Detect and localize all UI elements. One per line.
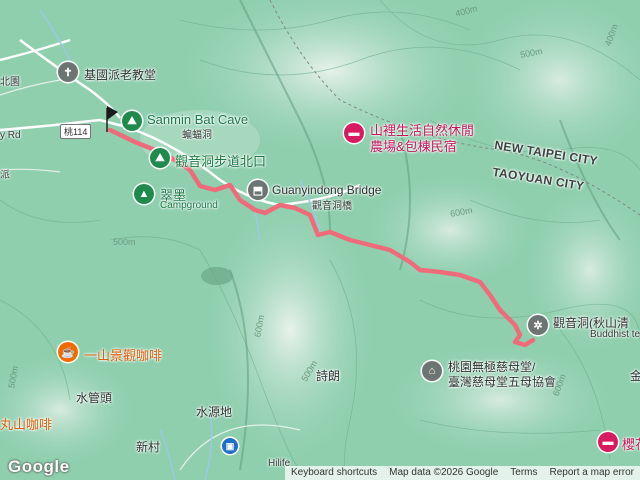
hiker-icon[interactable]: ⛰ — [122, 111, 142, 131]
temple-en-label: Buddhist te — [590, 329, 640, 340]
cafe1-label[interactable]: 一山景觀咖啡 — [84, 345, 162, 364]
cafe2-label[interactable]: 丸山咖啡 — [0, 414, 52, 433]
place-label-6[interactable]: 櫻花 — [622, 434, 640, 453]
trailhead-icon[interactable]: ⛰ — [150, 148, 170, 168]
keyboard-shortcuts-link[interactable]: Keyboard shortcuts — [285, 466, 383, 480]
place-label-2: 水源地 — [196, 405, 233, 419]
temple-icon[interactable]: ✲ — [528, 315, 548, 335]
bed-icon[interactable]: ▬ — [344, 123, 364, 143]
trailhead-label[interactable]: 觀音洞步道北口 — [175, 151, 266, 170]
contour-label: 500m — [113, 237, 136, 247]
cross-icon[interactable]: ✝ — [58, 62, 78, 82]
edge-label-1: 北園 — [0, 77, 20, 88]
bat-cave-zh-label: 蝙蝠洞 — [182, 130, 212, 141]
landmark-icon[interactable]: ⬒ — [248, 180, 268, 200]
shrine-label-2: 臺灣慈母堂五母協會 — [448, 375, 557, 389]
terms-link[interactable]: Terms — [504, 466, 543, 480]
tent-icon[interactable]: ▲ — [134, 184, 154, 204]
lodge-label-2: 農場&包棟民宿 — [370, 139, 457, 154]
store-icon[interactable]: ▣ — [222, 438, 238, 454]
campground-en-label: Campground — [160, 200, 218, 211]
place-label-1: 水管頭 — [76, 391, 113, 405]
coffee-icon[interactable]: ☕ — [58, 342, 78, 362]
bat-cave-label[interactable]: Sanmin Bat Cave — [147, 112, 248, 127]
church-label[interactable]: 基國派老教堂 — [84, 66, 156, 83]
place-label-3: 詩朗 — [316, 369, 341, 383]
road-shield: 桃114 — [60, 124, 92, 139]
report-error-link[interactable]: Report a map error — [544, 466, 640, 480]
place-label-4: 新村 — [136, 440, 161, 454]
bridge-zh-label: 觀音洞橋 — [312, 201, 352, 212]
google-logo: Google — [8, 457, 70, 476]
bed-icon[interactable]: ▬ — [598, 432, 618, 452]
edge-label-2: 派 — [0, 170, 10, 181]
bridge-label[interactable]: Guanyindong Bridge — [272, 183, 381, 197]
map-footer: Keyboard shortcuts Map data ©2026 Google… — [284, 466, 640, 480]
map-data-text: Map data ©2026 Google — [389, 467, 499, 478]
road-label: y Rd — [0, 130, 21, 141]
place-label-5: 金 — [630, 369, 640, 383]
shrine-icon[interactable]: ⌂ — [422, 361, 442, 381]
